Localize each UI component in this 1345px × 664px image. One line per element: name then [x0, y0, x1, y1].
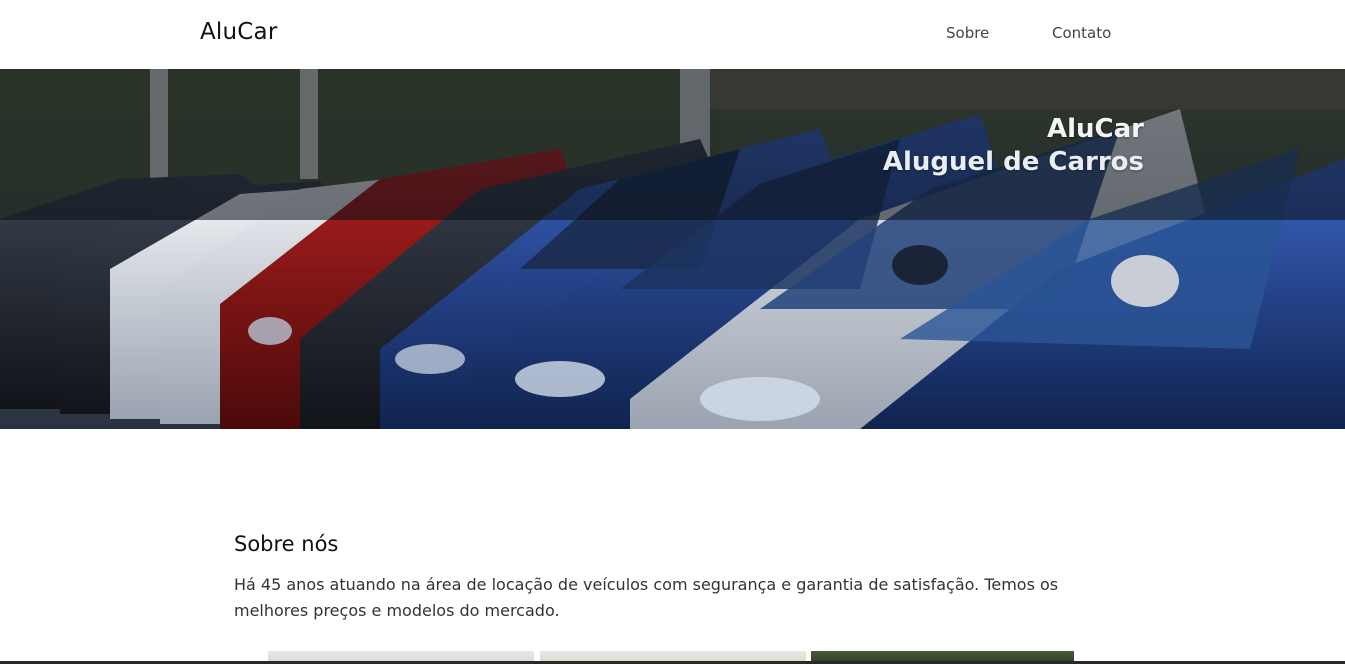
logo-link[interactable]: AluCar [200, 19, 278, 45]
hero-title: AluCar [1047, 114, 1144, 144]
about-paragraph: Há 45 anos atuando na área de locação de… [234, 575, 1059, 620]
hero-banner: AluCar Aluguel de Carros [0, 69, 1345, 429]
nav-link-sobre[interactable]: Sobre [946, 24, 989, 42]
nav-link-contato[interactable]: Contato [1052, 24, 1111, 42]
hero-title-overlay [0, 69, 1345, 220]
hero-subtitle: Aluguel de Carros [882, 147, 1144, 177]
about-heading: Sobre nós [234, 532, 339, 556]
site-header: AluCar Sobre Contato [0, 0, 1345, 69]
